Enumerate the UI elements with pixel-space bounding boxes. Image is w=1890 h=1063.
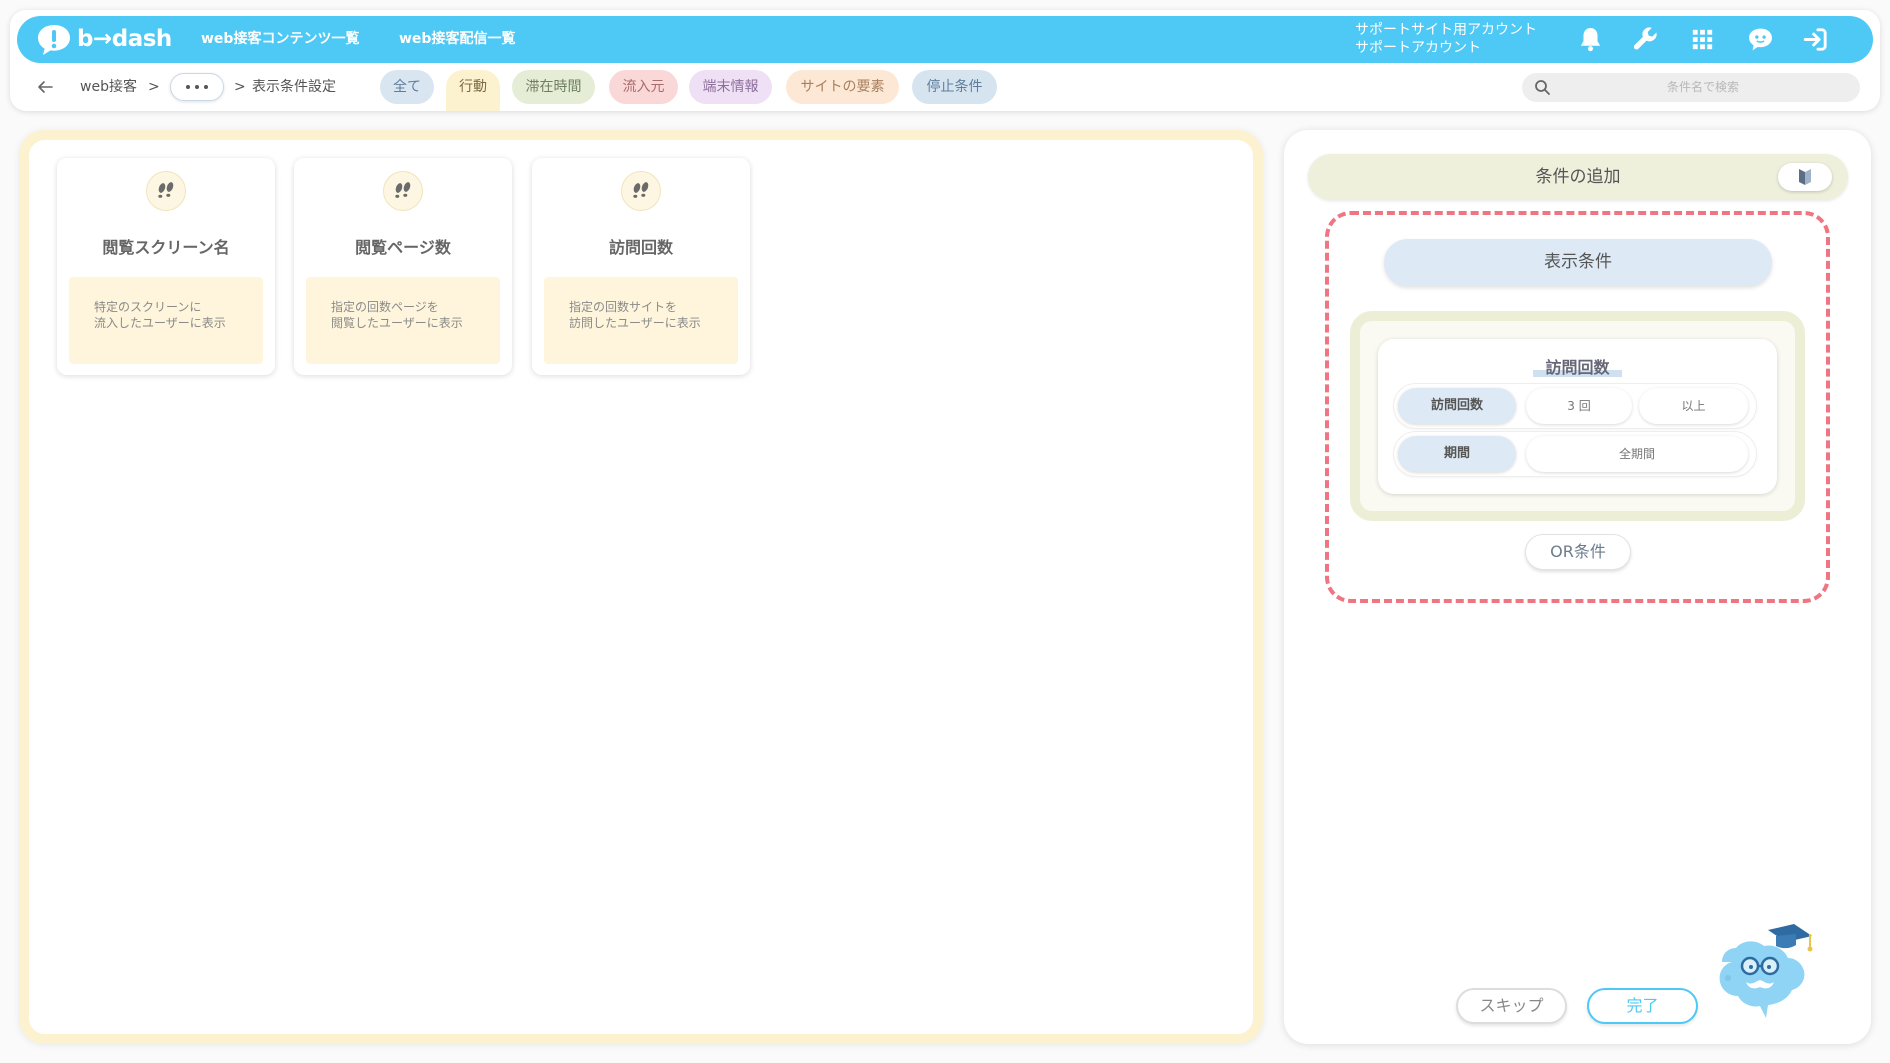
account-site-name: サポートサイト用アカウント [1355, 22, 1537, 38]
skip-button[interactable]: スキップ [1456, 988, 1567, 1024]
wrench-icon[interactable] [1631, 25, 1660, 54]
more-horizontal-icon[interactable] [170, 73, 224, 101]
card-description-line: 流入したユーザーに表示 [94, 316, 226, 330]
done-button[interactable]: 完了 [1587, 988, 1698, 1024]
breadcrumb-separator: > [234, 79, 246, 95]
card-description-line: 指定の回数ページを [331, 300, 439, 314]
tab-stop-conditions[interactable]: 停止条件 [912, 70, 997, 104]
grid-icon[interactable] [1688, 25, 1717, 54]
logout-icon[interactable] [1801, 25, 1830, 54]
footprints-icon [621, 171, 661, 211]
nav-web-content-list[interactable]: web接客コンテンツ一覧 [201, 16, 359, 63]
condition-card-visit-count[interactable]: 訪問回数 指定の回数サイトを 訪問したユーザーに表示 [532, 158, 750, 375]
condition-row-period: 期間 全期間 [1394, 432, 1756, 476]
card-description: 特定のスクリーンに 流入したユーザーに表示 [69, 277, 263, 364]
top-navigation-bar: b→dash web接客コンテンツ一覧 web接客配信一覧 サポートサイト用アカ… [17, 16, 1873, 63]
chat-icon[interactable] [1746, 25, 1775, 54]
brand-logo-text[interactable]: b→dash [77, 16, 172, 63]
condition-title-text: 訪問回数 [1533, 358, 1622, 377]
condition-row-visit-count: 訪問回数 3 回 以上 [1394, 384, 1756, 428]
tab-referrer[interactable]: 流入元 [609, 70, 678, 104]
tab-stay-time[interactable]: 滞在時間 [512, 70, 595, 104]
tab-behavior[interactable]: 行動 [446, 70, 500, 111]
breadcrumb-separator: > [148, 79, 160, 95]
card-description-line: 訪問したユーザーに表示 [569, 316, 701, 330]
nav-web-delivery-list[interactable]: web接客配信一覧 [399, 16, 515, 63]
account-info: サポートサイト用アカウント サポートアカウント [1355, 21, 1537, 57]
mascot-icon [1719, 924, 1813, 1018]
tab-site-elements[interactable]: サイトの要素 [786, 70, 899, 104]
condition-card-page-views[interactable]: 閲覧ページ数 指定の回数ページを 閲覧したユーザーに表示 [294, 158, 512, 375]
bell-icon[interactable] [1576, 25, 1605, 54]
account-name: サポートアカウント [1355, 40, 1481, 56]
comparison-operator-select[interactable]: 以上 [1639, 388, 1748, 424]
bdash-logo-icon[interactable] [35, 23, 73, 57]
card-title: 閲覧ページ数 [355, 238, 451, 257]
display-condition-label: 表示条件 [1384, 239, 1772, 286]
or-condition-button[interactable]: OR条件 [1525, 534, 1631, 570]
beginner-mode-toggle[interactable] [1778, 163, 1832, 191]
condition-title: 訪問回数 [1378, 354, 1777, 378]
row-label: 訪問回数 [1398, 388, 1516, 424]
tab-all[interactable]: 全て [380, 70, 434, 104]
card-description: 指定の回数ページを 閲覧したユーザーに表示 [306, 277, 500, 364]
add-condition-title: 条件の追加 [1535, 167, 1621, 187]
breadcrumb-root[interactable]: web接客 [80, 76, 137, 98]
search-icon [1535, 80, 1550, 95]
tab-device-info[interactable]: 端末情報 [689, 70, 772, 104]
card-description-line: 閲覧したユーザーに表示 [331, 316, 463, 330]
beginner-mark-icon [1799, 169, 1811, 185]
card-title: 閲覧スクリーン名 [102, 238, 230, 257]
breadcrumb-current: 表示条件設定 [252, 79, 336, 95]
period-select[interactable]: 全期間 [1526, 436, 1748, 472]
add-condition-header: 条件の追加 [1308, 154, 1848, 200]
card-description-line: 指定の回数サイトを [569, 300, 678, 314]
arrow-left-icon[interactable] [36, 79, 54, 95]
search-placeholder: 条件名で検索 [1666, 80, 1739, 94]
row-label: 期間 [1398, 436, 1516, 472]
card-description: 指定の回数サイトを 訪問したユーザーに表示 [544, 277, 738, 364]
condition-card-screen-name[interactable]: 閲覧スクリーン名 特定のスクリーンに 流入したユーザーに表示 [57, 158, 275, 375]
visit-count-input[interactable]: 3 回 [1526, 388, 1632, 424]
card-title: 訪問回数 [608, 238, 673, 257]
footprints-icon [383, 171, 423, 211]
condition-search-input[interactable]: 条件名で検索 [1522, 73, 1860, 102]
card-description-line: 特定のスクリーンに [94, 300, 202, 314]
footprints-icon [146, 171, 186, 211]
